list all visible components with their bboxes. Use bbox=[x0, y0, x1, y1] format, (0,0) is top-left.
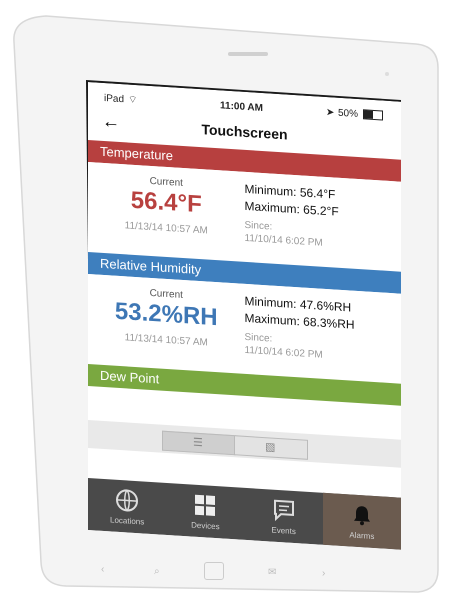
battery-percent: 50% bbox=[338, 107, 359, 120]
chart-icon: ▧ bbox=[265, 441, 276, 454]
tab-label: Events bbox=[271, 525, 296, 537]
section-title: Relative Humidity bbox=[100, 255, 202, 278]
globe-icon bbox=[116, 489, 139, 512]
search-key-icon[interactable]: ⌕ bbox=[154, 566, 160, 577]
humidity-timestamp: 11/13/14 10:57 AM bbox=[124, 332, 208, 349]
temperature-timestamp: 11/13/14 10:57 AM bbox=[124, 220, 208, 237]
tab-alarms[interactable]: Alarms bbox=[322, 492, 401, 550]
grid-icon bbox=[195, 494, 216, 517]
tab-label: Locations bbox=[110, 515, 145, 527]
tab-label: Devices bbox=[191, 520, 220, 532]
section-title: Temperature bbox=[100, 143, 173, 164]
home-key-icon[interactable] bbox=[204, 562, 224, 580]
temperature-section: Temperature Current 56.4°F 11/13/14 10:5… bbox=[88, 140, 401, 272]
chat-icon bbox=[273, 499, 294, 522]
device-buttons: ‹ ⌕ ✉ › bbox=[6, 554, 444, 594]
humidity-section: Relative Humidity Current 53.2%RH 11/13/… bbox=[88, 252, 401, 384]
bell-icon bbox=[353, 506, 370, 526]
tablet-device: iPad ⌔ 11:00 AM ➤ 50% ← Touchscreen Temp… bbox=[6, 10, 444, 598]
battery-icon bbox=[363, 109, 383, 121]
forward-key-icon[interactable]: › bbox=[322, 568, 325, 579]
tab-devices[interactable]: Devices bbox=[166, 483, 244, 540]
tab-locations[interactable]: Locations bbox=[88, 478, 166, 535]
location-arrow-icon: ➤ bbox=[326, 106, 335, 119]
back-key-icon[interactable]: ‹ bbox=[101, 564, 104, 575]
section-title: Dew Point bbox=[100, 367, 160, 387]
menu-key-icon[interactable]: ✉ bbox=[268, 567, 276, 578]
carrier-label: iPad bbox=[104, 93, 125, 106]
app-screen: iPad ⌔ 11:00 AM ➤ 50% ← Touchscreen Temp… bbox=[88, 82, 401, 550]
chart-view-toggle[interactable]: ▧ bbox=[234, 435, 308, 460]
tab-events[interactable]: Events bbox=[245, 488, 323, 545]
list-view-toggle[interactable]: ☰ bbox=[162, 430, 236, 456]
wifi-icon: ⌔ bbox=[128, 94, 138, 107]
list-icon: ☰ bbox=[193, 436, 203, 450]
view-toggle-bar: ☰ ▧ bbox=[88, 420, 401, 468]
tab-label: Alarms bbox=[349, 530, 375, 542]
